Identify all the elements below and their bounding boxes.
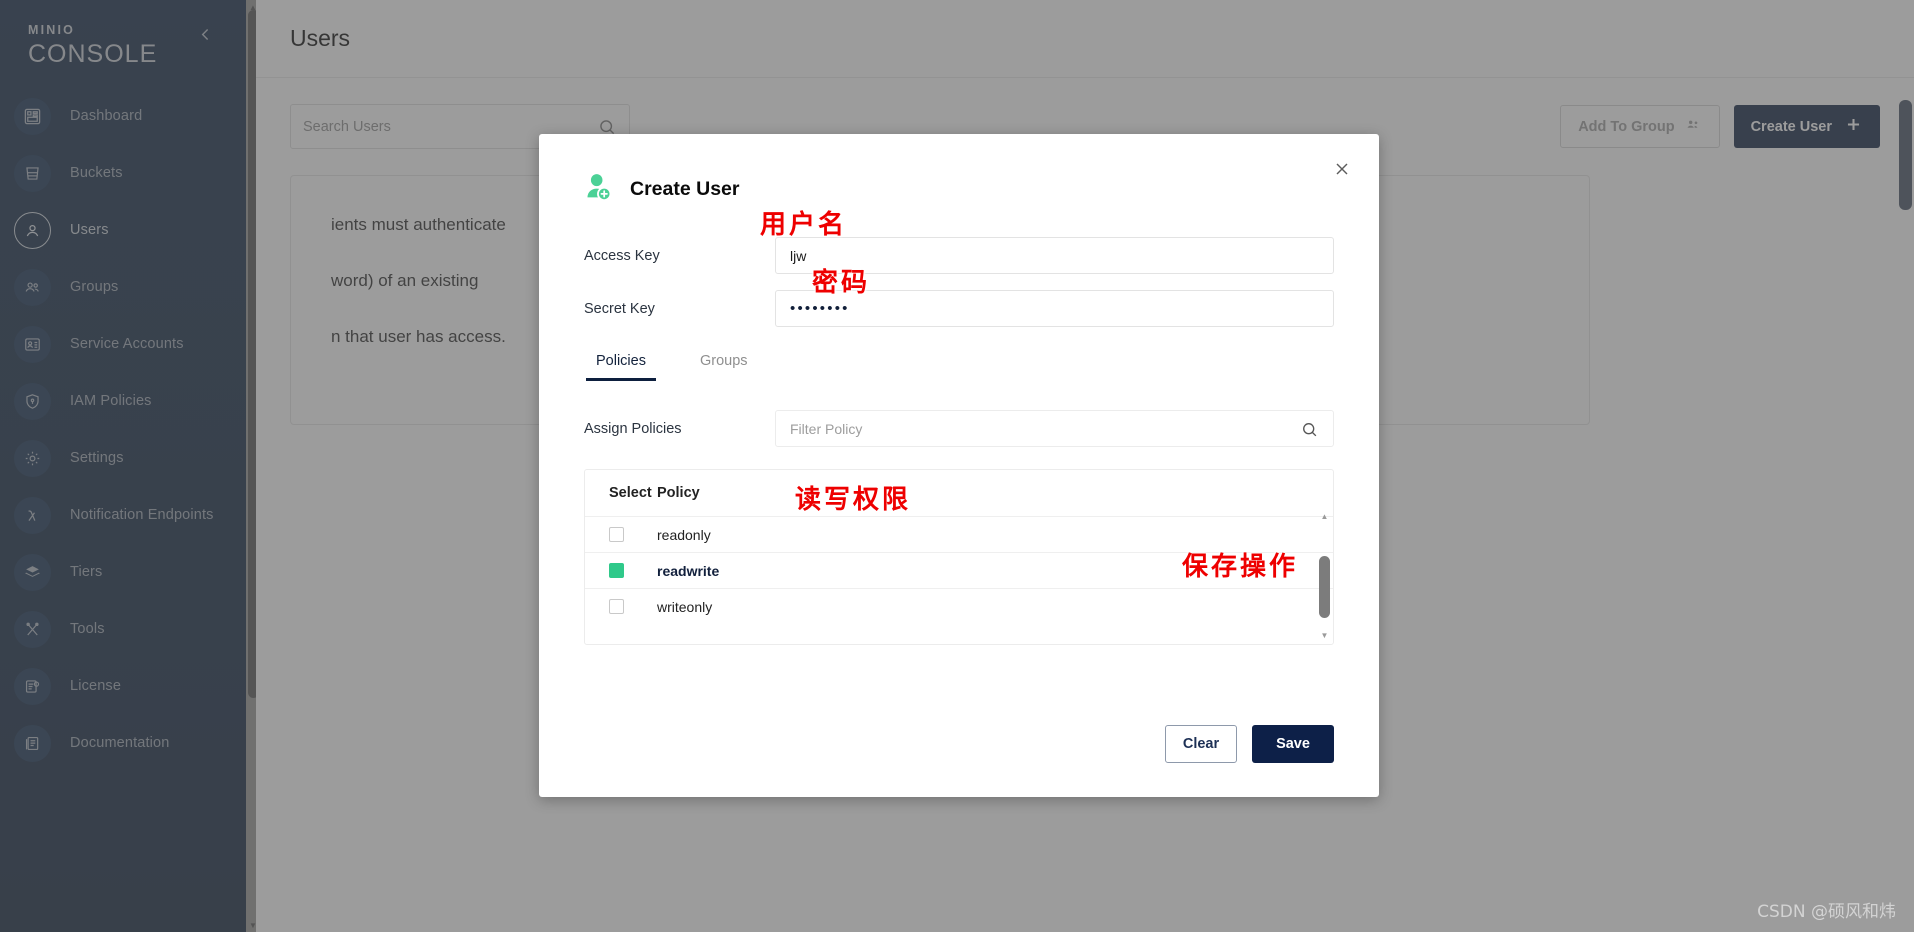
secret-key-field[interactable]: •••••••• <box>775 290 1334 327</box>
dialog-tabs: Policies Groups <box>584 345 1334 382</box>
policy-table-header: Select Policy <box>585 470 1333 516</box>
policy-checkbox-cell[interactable] <box>609 599 657 614</box>
search-icon <box>1300 420 1319 442</box>
scrollbar-thumb[interactable] <box>1319 556 1330 618</box>
policy-name: readwrite <box>657 562 720 579</box>
policy-name: readonly <box>657 526 711 543</box>
tab-groups[interactable]: Groups <box>690 345 758 381</box>
dialog-footer: Clear Save <box>1165 725 1334 763</box>
policy-table: Select Policy readonly readwrite writeon… <box>584 469 1334 645</box>
secret-key-row: Secret Key •••••••• <box>584 290 1334 327</box>
column-header-policy: Policy <box>657 485 700 501</box>
dialog-header: Create User <box>539 134 1379 207</box>
table-row[interactable]: writeonly <box>585 588 1333 624</box>
access-key-label: Access Key <box>584 247 660 264</box>
policy-checkbox-cell[interactable] <box>609 563 657 578</box>
filter-policy-placeholder: Filter Policy <box>790 420 863 437</box>
policy-name: writeonly <box>657 598 713 615</box>
watermark: CSDN @硕风和炜 <box>1757 902 1896 922</box>
table-row[interactable]: readonly <box>585 516 1333 552</box>
dialog-title: Create User <box>630 178 740 200</box>
scroll-up-icon[interactable]: ▲ <box>1317 510 1332 523</box>
policy-checkbox-cell[interactable] <box>609 527 657 542</box>
app-root: MINIO CONSOLE Dashboard <box>0 0 1914 932</box>
filter-policy-input[interactable]: Filter Policy <box>775 410 1334 447</box>
checkbox-writeonly[interactable] <box>609 599 624 614</box>
table-row[interactable]: readwrite <box>585 552 1333 588</box>
access-key-row: Access Key ljw <box>584 237 1334 274</box>
scroll-down-icon[interactable]: ▼ <box>1317 629 1332 642</box>
checkbox-readwrite[interactable] <box>609 563 624 578</box>
add-user-icon <box>584 172 614 207</box>
close-icon[interactable] <box>1329 156 1355 182</box>
secret-key-label: Secret Key <box>584 300 655 317</box>
checkbox-readonly[interactable] <box>609 527 624 542</box>
column-header-select: Select <box>609 485 652 501</box>
create-user-dialog: Create User Access Key ljw Secret Key ••… <box>539 134 1379 797</box>
dialog-body: Access Key ljw Secret Key •••••••• Polic… <box>539 207 1379 645</box>
clear-button[interactable]: Clear <box>1165 725 1237 763</box>
policy-list-scrollbar[interactable]: ▲ ▼ <box>1317 510 1332 643</box>
save-button[interactable]: Save <box>1252 725 1334 763</box>
tab-policies[interactable]: Policies <box>586 345 656 381</box>
assign-policies-row: Assign Policies Filter Policy <box>584 410 1334 447</box>
assign-policies-label: Assign Policies <box>584 420 682 437</box>
access-key-field[interactable]: ljw <box>775 237 1334 274</box>
